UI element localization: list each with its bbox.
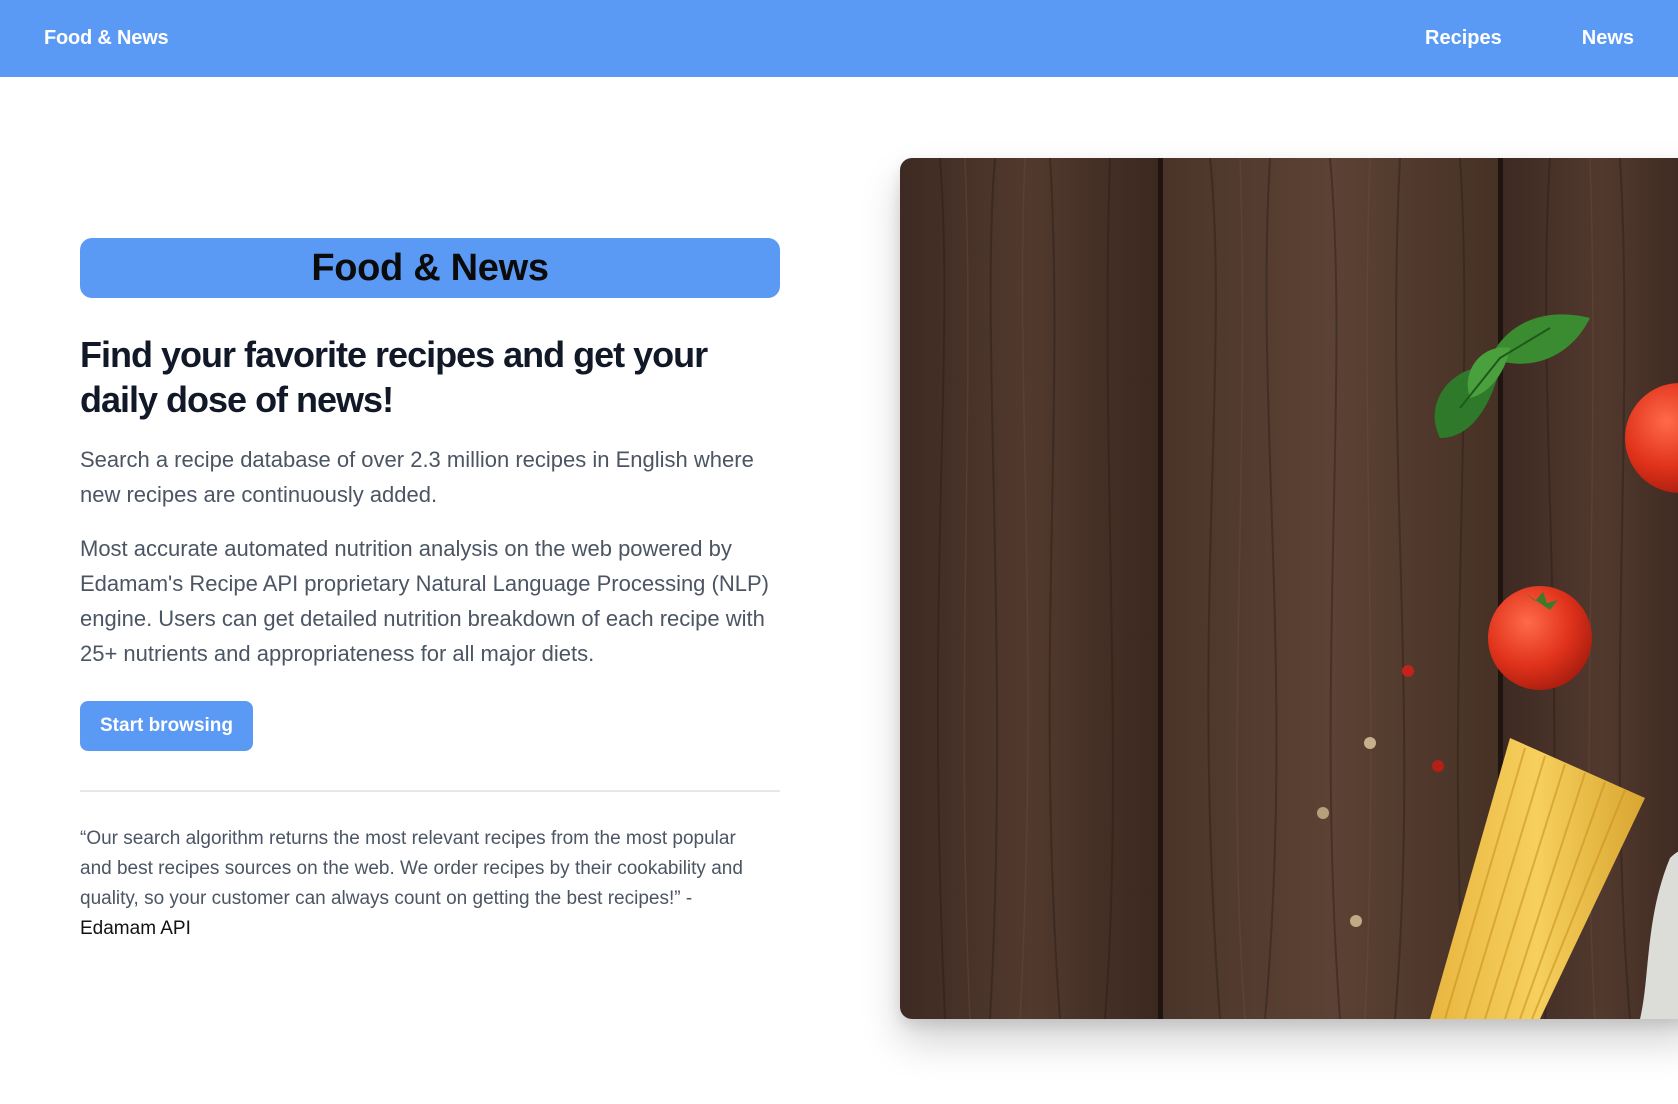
nav-links: Recipes News: [1345, 27, 1634, 50]
quote-text: “Our search algorithm returns the most r…: [80, 828, 743, 909]
hero-paragraph-recipes: Search a recipe database of over 2.3 mil…: [80, 447, 754, 507]
hero-headline: Find your favorite recipes and get your …: [80, 334, 708, 420]
hero-paragraph-nutrition: Most accurate automated nutrition analys…: [80, 536, 769, 666]
brand-logo-link[interactable]: Food & News: [44, 27, 169, 50]
start-browsing-button[interactable]: Start browsing: [80, 701, 254, 751]
hero-image: [900, 158, 1678, 1019]
hero-quote: “Our search algorithm returns the most r…: [80, 824, 770, 944]
nav-link-news[interactable]: News: [1582, 27, 1634, 50]
top-navbar: Food & News Recipes News: [0, 0, 1678, 77]
food-photo-illustration: [900, 158, 1678, 1019]
nav-link-recipes[interactable]: Recipes: [1425, 27, 1502, 50]
divider: [80, 790, 780, 792]
hero-badge-title: Food & News: [80, 238, 780, 298]
quote-author: Edamam API: [80, 918, 191, 939]
hero-content: Food & News Find your favorite recipes a…: [80, 238, 780, 944]
